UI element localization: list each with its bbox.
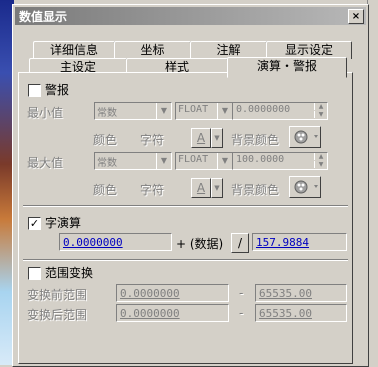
separator	[23, 205, 348, 207]
range-after-dash: -	[239, 306, 244, 320]
max-bg-palette-icon[interactable]	[289, 176, 321, 198]
min-bg-palette-icon[interactable]	[289, 126, 321, 148]
calc-label: 字演算	[45, 216, 82, 230]
min-char-button[interactable]: A	[191, 128, 211, 148]
range-checkbox[interactable]	[28, 267, 41, 280]
min-value-spinner[interactable]: 0.0000000 ▲ ▼	[232, 102, 328, 120]
max-type-select[interactable]: 常数 ▼	[94, 152, 172, 170]
range-after-max-field[interactable]: 65535.00	[255, 304, 347, 322]
range-before-dash: -	[239, 286, 244, 300]
calc-checkbox[interactable]: ✓	[28, 217, 41, 230]
calc-operator-button[interactable]: /	[231, 233, 249, 253]
max-color-label: 颜色	[93, 183, 118, 197]
max-bg-color-label: 背景颜色	[231, 183, 280, 197]
alarm-label: 警报	[45, 83, 70, 97]
min-label: 最小值	[27, 106, 64, 120]
max-char-dropdown[interactable]: ▼	[211, 178, 223, 198]
min-color-label: 颜色	[93, 133, 118, 147]
tab-details[interactable]: 详细信息	[33, 41, 115, 59]
min-char-dropdown[interactable]: ▼	[211, 128, 223, 148]
min-type-select[interactable]: 常数 ▼	[94, 102, 172, 120]
max-format-select[interactable]: FLOAT ▼	[175, 152, 233, 170]
range-after-min-field[interactable]: 0.0000000	[116, 304, 229, 322]
calc-operand1-field[interactable]: 0.0000000	[59, 233, 172, 251]
max-char-label: 字符	[140, 183, 165, 197]
tab-calc-alarm[interactable]: 演算・警报	[227, 57, 347, 78]
close-button[interactable]: ×	[348, 9, 364, 24]
calc-operand2-field[interactable]: 157.9884	[252, 233, 347, 251]
max-label: 最大值	[27, 156, 64, 170]
tab-panel: 警报 最小值 常数 ▼ FLOAT ▼ 0.0000000 ▲ ▼ 颜色 字符 A ▼ …	[18, 72, 353, 364]
max-char-button[interactable]: A	[191, 178, 211, 198]
range-label: 范围变换	[45, 266, 94, 280]
max-value-spinner[interactable]: 100.0000 ▲ ▼	[232, 152, 328, 170]
window-title: 数值显示	[19, 10, 68, 24]
title-bar[interactable]: 数值显示 ×	[15, 7, 366, 25]
alarm-checkbox[interactable]	[28, 84, 41, 97]
min-format-select[interactable]: FLOAT ▼	[175, 102, 233, 120]
range-before-min-field[interactable]: 0.0000000	[116, 284, 229, 302]
range-before-max-field[interactable]: 65535.00	[255, 284, 347, 302]
separator	[23, 259, 348, 261]
min-bg-color-label: 背景颜色	[231, 133, 280, 147]
min-char-label: 字符	[140, 133, 165, 147]
range-before-label: 变换前范围	[27, 288, 88, 302]
calc-expression-label: + (数据)	[176, 237, 224, 251]
range-after-label: 变换后范围	[27, 308, 88, 322]
tab-coordinates[interactable]: 坐标	[114, 41, 191, 59]
